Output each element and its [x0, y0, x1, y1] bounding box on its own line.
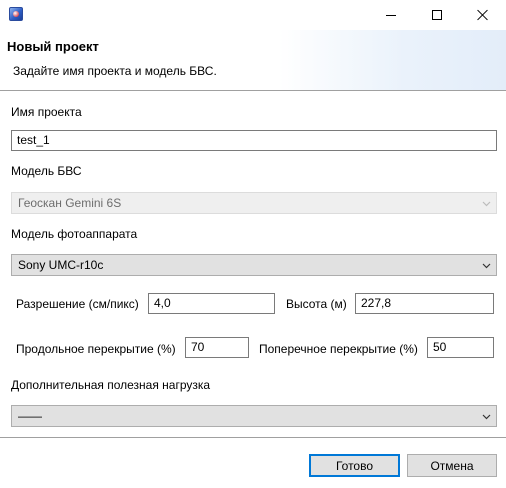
side-overlap-label: Поперечное перекрытие (%)	[259, 342, 418, 356]
chevron-down-icon	[482, 412, 491, 421]
chevron-down-icon	[482, 261, 491, 270]
footer-separator	[0, 437, 506, 438]
uav-model-label: Модель БВС	[11, 164, 82, 178]
minimize-icon	[386, 14, 396, 16]
maximize-icon	[432, 10, 442, 20]
resolution-input[interactable]: 4,0	[148, 293, 275, 314]
chevron-down-icon	[482, 199, 491, 208]
resolution-label: Разрешение (см/пикс)	[16, 297, 139, 311]
title-bar	[0, 0, 506, 30]
minimize-button[interactable]	[368, 0, 414, 30]
camera-model-value: Sony UMC-r10c	[18, 258, 104, 272]
altitude-input[interactable]: 227,8	[355, 293, 494, 314]
payload-label: Дополнительная полезная нагрузка	[11, 378, 211, 392]
forward-overlap-label: Продольное перекрытие (%)	[16, 342, 176, 356]
close-button[interactable]	[460, 0, 506, 30]
header-separator	[0, 90, 506, 91]
camera-model-select[interactable]: Sony UMC-r10c	[11, 254, 497, 276]
uav-model-value: Геоскан Gemini 6S	[18, 196, 122, 210]
project-name-label: Имя проекта	[11, 105, 82, 119]
app-icon	[9, 7, 23, 21]
finish-button[interactable]: Готово	[309, 454, 400, 477]
side-overlap-input[interactable]: 50	[427, 337, 494, 358]
dialog-title: Новый проект	[7, 39, 99, 54]
cancel-button[interactable]: Отмена	[407, 454, 497, 477]
camera-model-label: Модель фотоаппарата	[11, 227, 138, 241]
payload-select[interactable]: ——	[11, 405, 497, 427]
payload-value: ——	[18, 409, 42, 423]
project-name-input[interactable]: test_1	[11, 130, 497, 151]
close-icon	[477, 9, 489, 21]
dialog-description: Задайте имя проекта и модель БВС.	[13, 64, 217, 78]
maximize-button[interactable]	[414, 0, 460, 30]
forward-overlap-input[interactable]: 70	[185, 337, 249, 358]
altitude-label: Высота (м)	[286, 297, 347, 311]
uav-model-select[interactable]: Геоскан Gemini 6S	[11, 192, 497, 214]
